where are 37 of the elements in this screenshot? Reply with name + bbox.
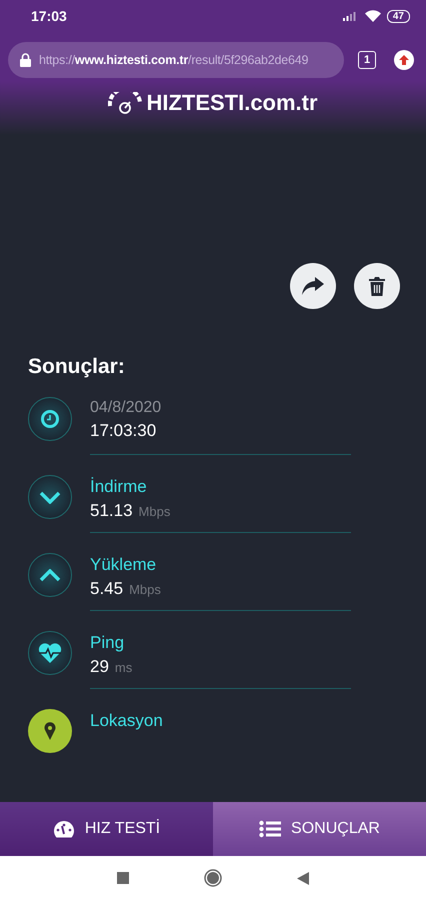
address-bar[interactable]: https://www.hiztesti.com.tr/result/5f296ab2de649 [8, 42, 344, 78]
tab-count-button[interactable]: 1 [358, 51, 376, 69]
url-text: https://www.hiztesti.com.tr/result/5f296ab2de649 [39, 53, 308, 67]
speedometer-logo-icon [108, 92, 142, 114]
site-logo: HIZTESTI.com.tr [146, 90, 318, 116]
result-value: 5.45 [90, 579, 124, 599]
result-label: Lokasyon [90, 711, 164, 731]
back-icon[interactable] [297, 872, 309, 884]
nav-tab[interactable]: HIZ TESTİ [0, 802, 213, 856]
trash-icon [369, 276, 385, 296]
clock-icon [41, 410, 59, 428]
nav-tab[interactable]: SONUÇLAR [213, 802, 426, 856]
battery-icon: 47 [386, 10, 410, 22]
result-value: 29 [90, 657, 109, 677]
lock-icon [20, 53, 31, 67]
location-pin-icon [44, 722, 56, 740]
result-value: 51.13 [90, 501, 133, 521]
chevron-down-icon [39, 490, 61, 504]
result-unit: Mbps [129, 582, 161, 597]
share-icon [302, 277, 324, 295]
result-label: Ping [90, 633, 126, 653]
gauge-icon [52, 820, 75, 838]
section-title: Sonuçlar: [28, 355, 126, 379]
delete-button[interactable] [354, 263, 400, 309]
wifi-icon [364, 10, 381, 22]
result-label: İndirme [90, 477, 148, 497]
result-unit: Mbps [138, 504, 170, 519]
home-icon[interactable] [204, 869, 222, 887]
status-time: 17:03 [31, 8, 68, 24]
result-unit: ms [114, 660, 132, 675]
result-date: 04/8/2020 [90, 399, 162, 417]
chevron-up-icon [39, 568, 61, 582]
list-icon [259, 820, 282, 838]
heartbeat-icon [38, 643, 62, 663]
result-label: Yükleme [90, 555, 158, 575]
result-time: 17:03:30 [90, 421, 158, 441]
share-button[interactable] [290, 263, 336, 309]
